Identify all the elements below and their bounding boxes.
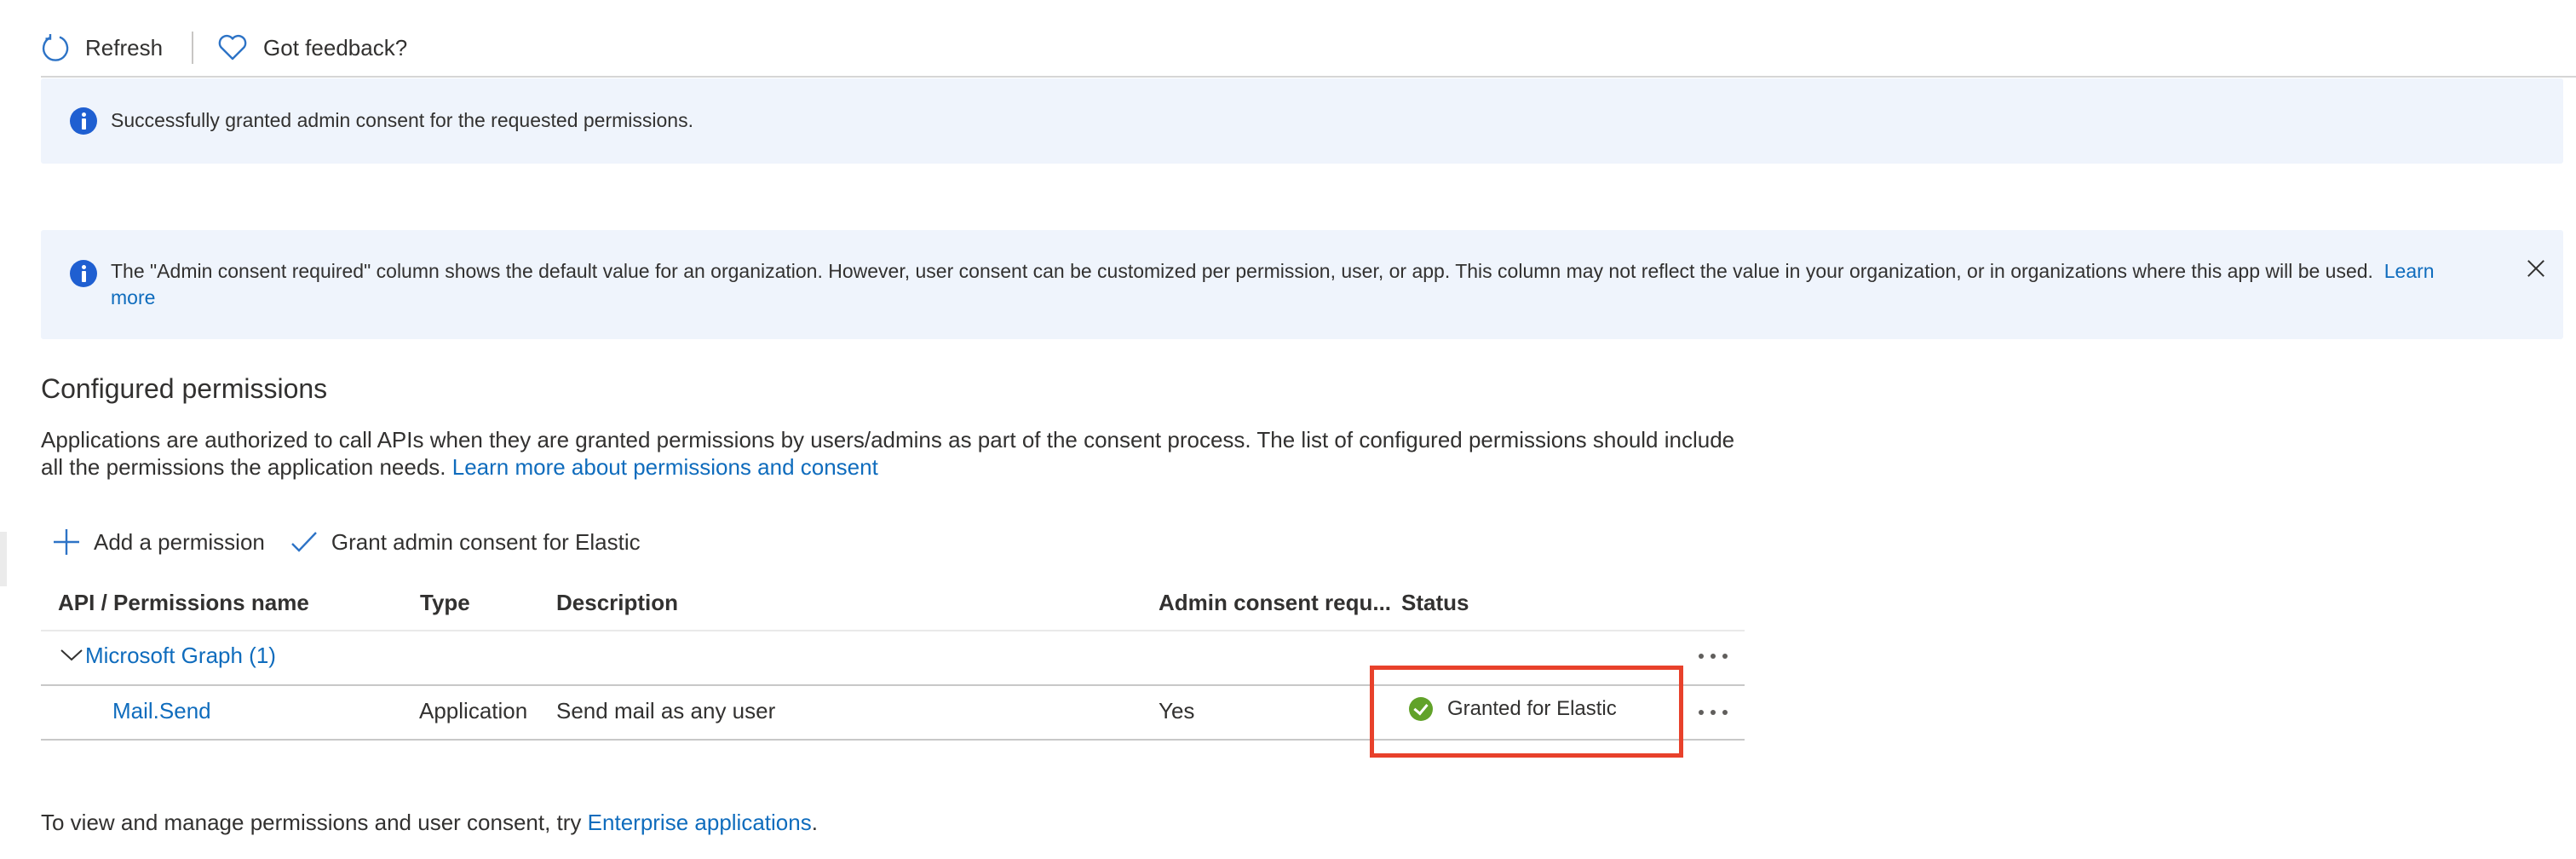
success-message-bar: Successfully granted admin consent for t… bbox=[41, 78, 2563, 164]
more-options-icon[interactable] bbox=[1699, 708, 1729, 717]
more-options-icon[interactable] bbox=[1699, 652, 1729, 660]
column-header-description[interactable]: Description bbox=[556, 590, 678, 616]
left-panel-edge bbox=[0, 532, 7, 586]
description-text: Applications are authorized to call APIs… bbox=[41, 427, 1735, 480]
footer-text: To view and manage permissions and user … bbox=[41, 810, 588, 835]
permission-name-link[interactable]: Mail.Send bbox=[112, 698, 211, 724]
table-header: API / Permissions name Type Description … bbox=[41, 576, 1745, 631]
permission-type: Application bbox=[419, 698, 528, 724]
heart-icon bbox=[217, 34, 248, 61]
toolbar-divider-line bbox=[41, 76, 2576, 78]
section-title: Configured permissions bbox=[41, 373, 328, 404]
footer-note: To view and manage permissions and user … bbox=[41, 810, 818, 836]
command-bar: Refresh Got feedback? bbox=[41, 24, 407, 72]
info-icon bbox=[70, 107, 97, 135]
section-description: Applications are authorized to call APIs… bbox=[41, 426, 1745, 481]
add-permission-button[interactable]: Add a permission bbox=[53, 528, 265, 556]
info-message: The "Admin consent required" column show… bbox=[111, 260, 2373, 282]
feedback-button[interactable]: Got feedback? bbox=[217, 24, 407, 72]
column-header-admin-consent[interactable]: Admin consent requ... bbox=[1159, 590, 1391, 616]
refresh-label: Refresh bbox=[85, 34, 164, 61]
success-message: Successfully granted admin consent for t… bbox=[111, 109, 693, 131]
permissions-actions: Add a permission Grant admin consent for… bbox=[53, 522, 666, 562]
footer-suffix: . bbox=[811, 810, 818, 835]
chevron-down-icon[interactable] bbox=[60, 649, 83, 666]
learn-more-permissions-link[interactable]: Learn more about permissions and consent bbox=[452, 454, 878, 480]
checkmark-icon bbox=[291, 532, 317, 552]
plus-icon bbox=[54, 529, 79, 555]
status-highlight-box bbox=[1370, 666, 1683, 758]
refresh-button[interactable]: Refresh bbox=[41, 24, 163, 72]
admin-consent-required: Yes bbox=[1159, 698, 1195, 724]
toolbar-divider bbox=[192, 32, 194, 64]
enterprise-applications-link[interactable]: Enterprise applications bbox=[588, 810, 812, 835]
column-header-status[interactable]: Status bbox=[1401, 590, 1469, 616]
admin-consent-info-bar: The "Admin consent required" column show… bbox=[41, 230, 2563, 339]
close-icon[interactable] bbox=[2527, 259, 2545, 278]
add-permission-label: Add a permission bbox=[94, 528, 265, 555]
feedback-label: Got feedback? bbox=[263, 34, 408, 61]
permission-description: Send mail as any user bbox=[556, 698, 776, 724]
grant-admin-consent-button[interactable]: Grant admin consent for Elastic bbox=[290, 529, 641, 556]
info-icon bbox=[70, 260, 97, 287]
column-header-name[interactable]: API / Permissions name bbox=[58, 590, 309, 616]
refresh-icon bbox=[41, 33, 70, 62]
grant-consent-label: Grant admin consent for Elastic bbox=[331, 528, 641, 555]
info-message-text: The "Admin consent required" column show… bbox=[111, 258, 2462, 311]
column-header-type[interactable]: Type bbox=[420, 590, 470, 616]
api-group-link[interactable]: Microsoft Graph (1) bbox=[85, 643, 276, 669]
